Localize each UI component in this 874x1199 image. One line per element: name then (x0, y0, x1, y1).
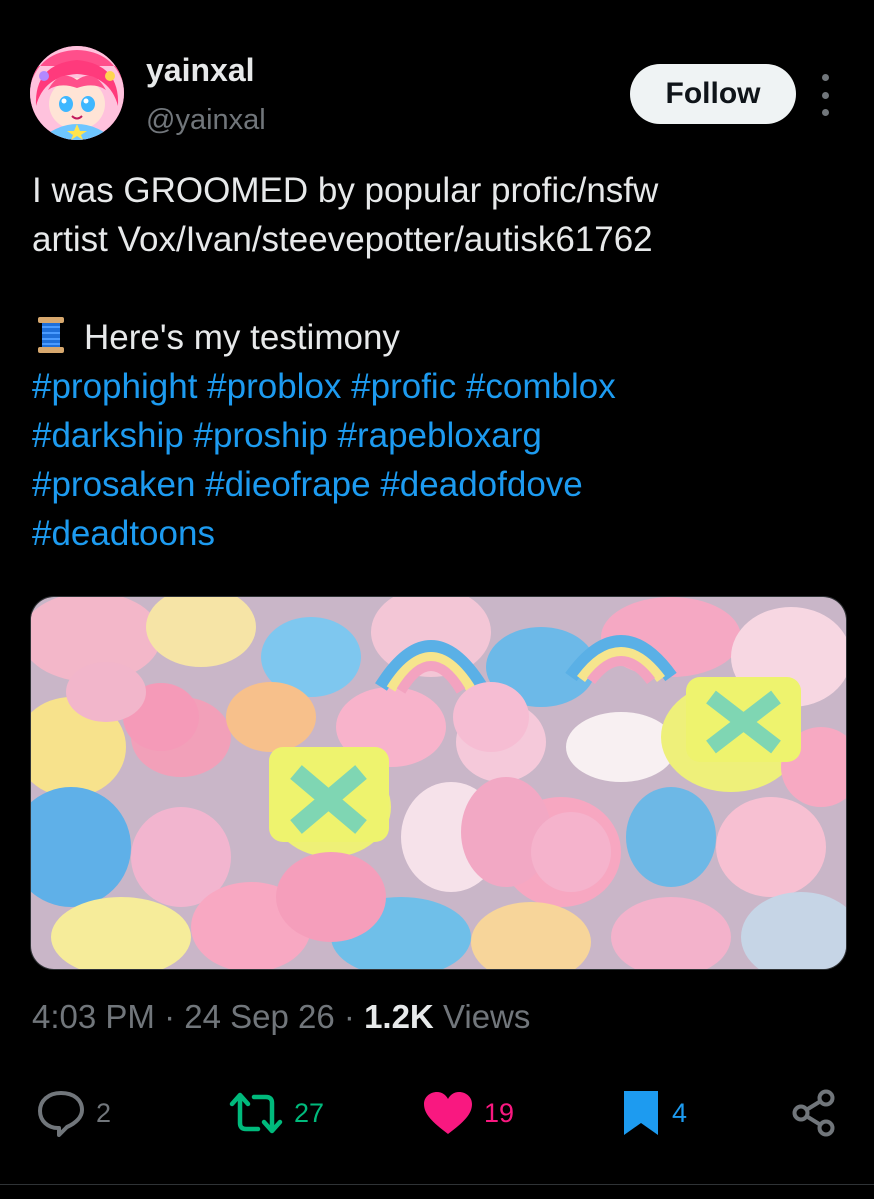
hashtag-line: #deadtoons (32, 509, 852, 558)
hashtag-link[interactable]: #rapebloxarg (338, 416, 542, 455)
share-icon (792, 1089, 835, 1137)
hashtag-line: #prosaken #dieofrape #deadofdove (32, 460, 852, 509)
views-label[interactable]: Views (443, 998, 530, 1035)
more-options-button[interactable] (814, 74, 836, 116)
tweet-media-image[interactable] (30, 596, 847, 970)
hashtag-link[interactable]: #prosaken (32, 465, 195, 504)
display-name[interactable]: yainxal (146, 52, 255, 89)
spool-of-thread-icon (32, 315, 70, 368)
avatar[interactable] (30, 46, 124, 140)
more-vertical-icon (821, 74, 829, 81)
tweet-meta: 4:03 PM · 24 Sep 26 · 1.2K Views (32, 998, 530, 1036)
anime-avatar-icon (30, 46, 124, 140)
bookmark-filled-icon (624, 1091, 658, 1135)
reply-count: 2 (96, 1097, 112, 1128)
testimony-text: Here's my testimony (84, 318, 400, 357)
hashtag-link[interactable]: #dieofrape (205, 465, 370, 504)
views-count[interactable]: 1.2K (364, 998, 434, 1035)
share-button[interactable] (790, 1088, 838, 1138)
like-button[interactable]: 19 (422, 1088, 514, 1138)
repost-button[interactable]: 27 (228, 1088, 324, 1138)
like-count: 19 (484, 1097, 515, 1128)
hashtag-link[interactable]: #darkship (32, 416, 184, 455)
hashtag-link[interactable]: #profic (351, 367, 456, 406)
tweet-text: I was GROOMED by popular profic/nsfw art… (32, 166, 852, 558)
user-handle[interactable]: @yainxal (146, 104, 266, 137)
hashtag-line: #darkship #proship #rapebloxarg (32, 411, 852, 460)
tweet: yainxal @yainxal Follow I was GROOMED by… (0, 0, 874, 1199)
hashtag-link[interactable]: #proship (194, 416, 328, 455)
tweet-text-line: I was GROOMED by popular profic/nsfw (32, 171, 659, 210)
reply-button[interactable]: 2 (36, 1088, 111, 1138)
hashtag-link[interactable]: #problox (207, 367, 341, 406)
hashtag-link[interactable]: #deadtoons (32, 514, 215, 553)
marshmallow-cereal-photo (31, 597, 846, 969)
repost-count: 27 (294, 1097, 325, 1128)
bookmark-count: 4 (672, 1097, 688, 1128)
tweet-time[interactable]: 4:03 PM (32, 998, 155, 1035)
hashtag-link[interactable]: #deadofdove (380, 465, 582, 504)
testimony-line: Here's my testimony (32, 313, 852, 362)
reply-icon (38, 1091, 84, 1137)
meta-separator: · (164, 998, 176, 1035)
follow-button[interactable]: Follow (630, 64, 796, 124)
hashtag-link[interactable]: #comblox (466, 367, 616, 406)
divider (0, 1184, 874, 1185)
heart-filled-icon (424, 1092, 472, 1134)
meta-separator: · (343, 998, 355, 1035)
bookmark-button[interactable]: 4 (620, 1088, 687, 1138)
repost-icon (229, 1092, 283, 1134)
tweet-date[interactable]: 24 Sep 26 (184, 998, 334, 1035)
hashtag-line: #prophight #problox #profic #comblox (32, 362, 852, 411)
hashtag-link[interactable]: #prophight (32, 367, 197, 406)
tweet-text-line: artist Vox/Ivan/steevepotter/autisk61762 (32, 220, 653, 259)
